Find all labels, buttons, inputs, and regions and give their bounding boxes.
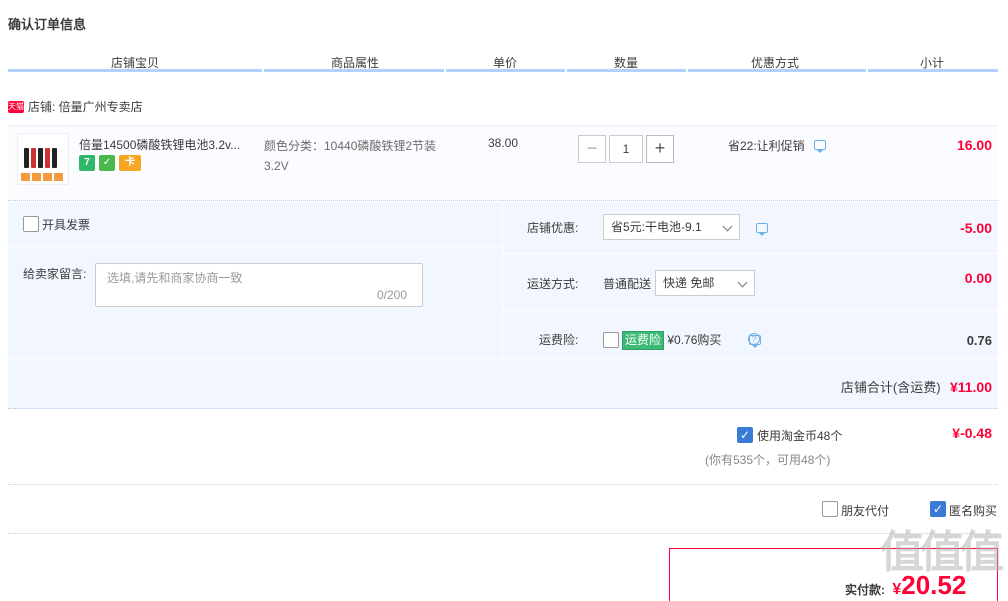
message-placeholder: 选填,请先和商家协商一致 xyxy=(107,271,243,285)
shipping-selected: 快递 免邮 xyxy=(663,276,715,290)
invoice-checkbox[interactable] xyxy=(23,216,39,232)
shipping-method: 普通配送 xyxy=(603,277,652,291)
insurance-checkbox[interactable] xyxy=(603,332,619,348)
quantity-increase-button[interactable]: + xyxy=(646,135,674,163)
insurance-value: 0.76 xyxy=(966,333,992,348)
shop-discount-value: -5.00 xyxy=(960,220,992,236)
chevron-down-icon xyxy=(722,221,733,232)
currency-symbol: ¥ xyxy=(892,581,902,598)
attr-color: 颜色分类：10440磷酸铁锂2节装 xyxy=(264,139,437,153)
shop-total: 店铺合计(含运费) ¥11.00 xyxy=(841,377,992,396)
header-sep xyxy=(565,69,567,72)
unit-price: 38.00 xyxy=(488,136,519,150)
divider xyxy=(8,484,998,485)
options-separator xyxy=(503,310,998,311)
coins-availability: (你有535个，可用48个) xyxy=(705,453,831,467)
attr-voltage: 3.2V xyxy=(264,159,289,173)
promotion-info: 省22:让利促销 xyxy=(728,137,827,154)
message-char-counter: 0/200 xyxy=(377,288,408,302)
page-title: 确认订单信息 xyxy=(8,17,87,32)
chevron-down-icon xyxy=(737,277,748,288)
header-divider xyxy=(8,69,998,72)
actual-payment-label: 实付款: xyxy=(845,583,885,597)
shop-discount-selected: 省5元:干电池-9.1 xyxy=(611,220,702,234)
product-title-link[interactable]: 倍量14500磷酸铁锂电池3.2v... xyxy=(79,136,259,153)
shop-total-label: 店铺合计(含运费) xyxy=(840,380,941,395)
coins-checkbox[interactable]: ✓ xyxy=(737,427,753,443)
help-icon[interactable]: ? xyxy=(748,333,760,345)
anonymous-checkbox[interactable]: ✓ xyxy=(930,501,946,517)
tmall-icon: 天猫 xyxy=(8,100,24,113)
insurance-row: 运费险 ¥0.76购买 xyxy=(622,331,721,350)
shipping-select[interactable]: 快递 免邮 xyxy=(655,270,755,296)
shop-discount-select[interactable]: 省5元:干电池-9.1 xyxy=(603,214,740,240)
chat-icon[interactable] xyxy=(756,223,768,236)
header-sep xyxy=(262,69,264,72)
header-sep xyxy=(444,69,446,72)
promotion-text: 省22:让利促销 xyxy=(728,139,805,153)
quantity-input[interactable]: 1 xyxy=(609,135,643,163)
options-separator xyxy=(503,253,998,254)
insurance-tag: 运费险 xyxy=(622,331,665,350)
product-attributes: 颜色分类：10440磷酸铁锂2节装 3.2V xyxy=(264,136,454,176)
insurance-price: ¥0.76购买 xyxy=(667,333,722,347)
item-subtotal: 16.00 xyxy=(956,137,992,153)
header-sep xyxy=(866,69,868,72)
product-thumbnail[interactable] xyxy=(17,133,69,185)
chat-icon[interactable] xyxy=(814,140,827,153)
guarantee-icon: ✓ xyxy=(99,155,115,171)
message-label: 给卖家留言: xyxy=(23,267,87,281)
coins-value: ¥-0.48 xyxy=(952,425,992,441)
insurance-label: 运费险: xyxy=(539,333,579,347)
shop-discount-label: 店铺优惠: xyxy=(527,221,579,235)
seven-day-return-icon: 7 xyxy=(79,155,95,171)
shop-total-value: ¥11.00 xyxy=(949,379,992,395)
coins-label: 使用淘金币48个 xyxy=(757,429,843,443)
divider xyxy=(8,533,998,534)
shipping-label: 运送方式: xyxy=(527,277,579,291)
options-divider xyxy=(502,202,503,358)
shipping-value: 0.00 xyxy=(964,270,992,286)
invoice-label: 开具发票 xyxy=(42,218,91,232)
options-separator xyxy=(8,246,502,247)
credit-card-icon: 卡 xyxy=(119,155,141,171)
shop-name-link[interactable]: 店铺: 倍量广州专卖店 xyxy=(28,100,143,114)
header-sep xyxy=(686,69,688,72)
quantity-decrease-button[interactable]: − xyxy=(578,135,606,163)
friend-pay-checkbox[interactable] xyxy=(822,501,838,517)
watermark-logo: 值值值 xyxy=(880,528,1004,577)
shop-row: 天猫 店铺: 倍量广州专卖店 xyxy=(8,98,143,115)
